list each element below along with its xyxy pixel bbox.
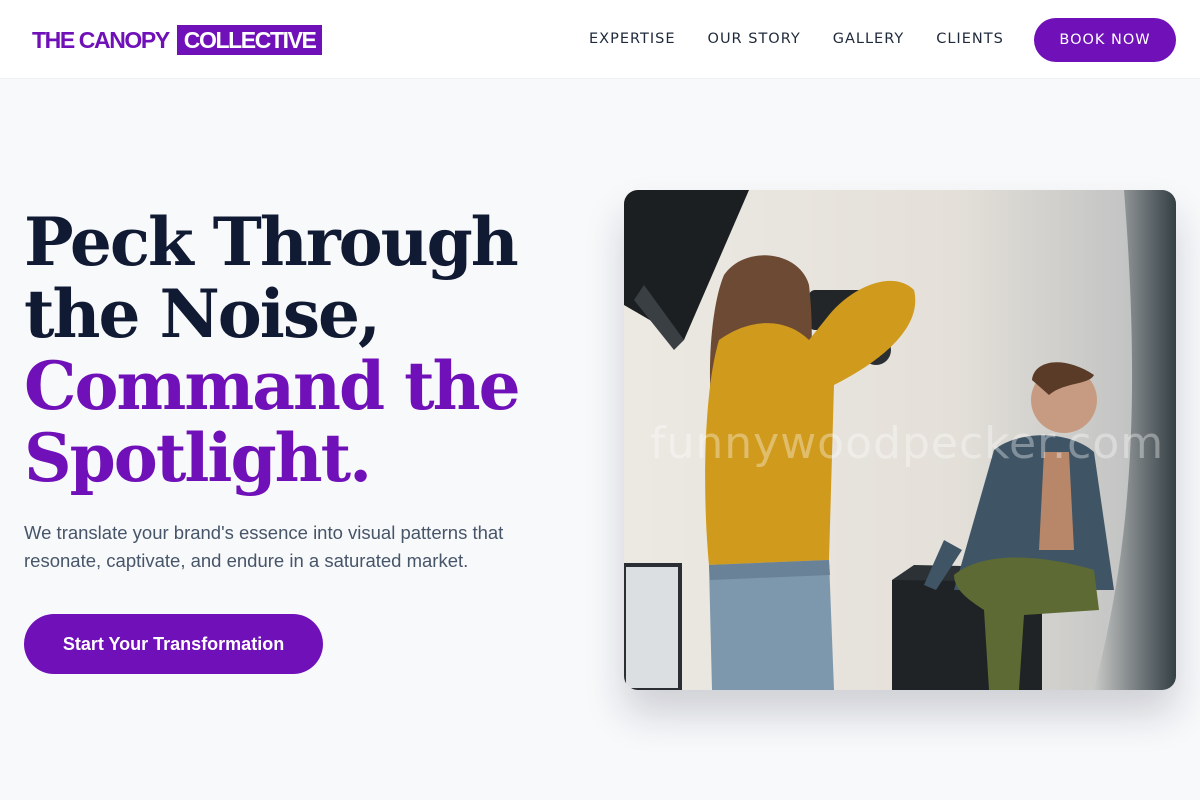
headline-line-1: Peck Through (24, 203, 519, 281)
nav-link-expertise[interactable]: EXPERTISE (589, 31, 676, 47)
hero-headline: Peck Through the Noise, Command the Spot… (24, 206, 584, 494)
headline-line-4: Spotlight. (24, 419, 372, 497)
nav-link-our-story[interactable]: OUR STORY (708, 31, 801, 47)
site-header: THE CANOPY COLLECTIVE EXPERTISE OUR STOR… (0, 0, 1200, 79)
book-now-button[interactable]: BOOK NOW (1034, 18, 1176, 62)
hero-subtext: We translate your brand's essence into v… (24, 522, 504, 571)
logo-text-highlight: COLLECTIVE (176, 25, 323, 55)
nav-link-gallery[interactable]: GALLERY (833, 31, 904, 47)
photo-watermark: funnywoodpecker.com (650, 418, 1165, 469)
headline-line-3: Command the (24, 347, 521, 425)
main-nav: EXPERTISE OUR STORY GALLERY CLIENTS (589, 31, 1004, 47)
brand-logo[interactable]: THE CANOPY COLLECTIVE (32, 25, 323, 55)
logo-text-primary: THE CANOPY (32, 26, 170, 53)
headline-line-2: the Noise, (24, 275, 381, 353)
start-transformation-button[interactable]: Start Your Transformation (24, 614, 323, 674)
nav-link-clients[interactable]: CLIENTS (936, 31, 1004, 47)
hero-photo: funnywoodpecker.com (624, 190, 1176, 690)
